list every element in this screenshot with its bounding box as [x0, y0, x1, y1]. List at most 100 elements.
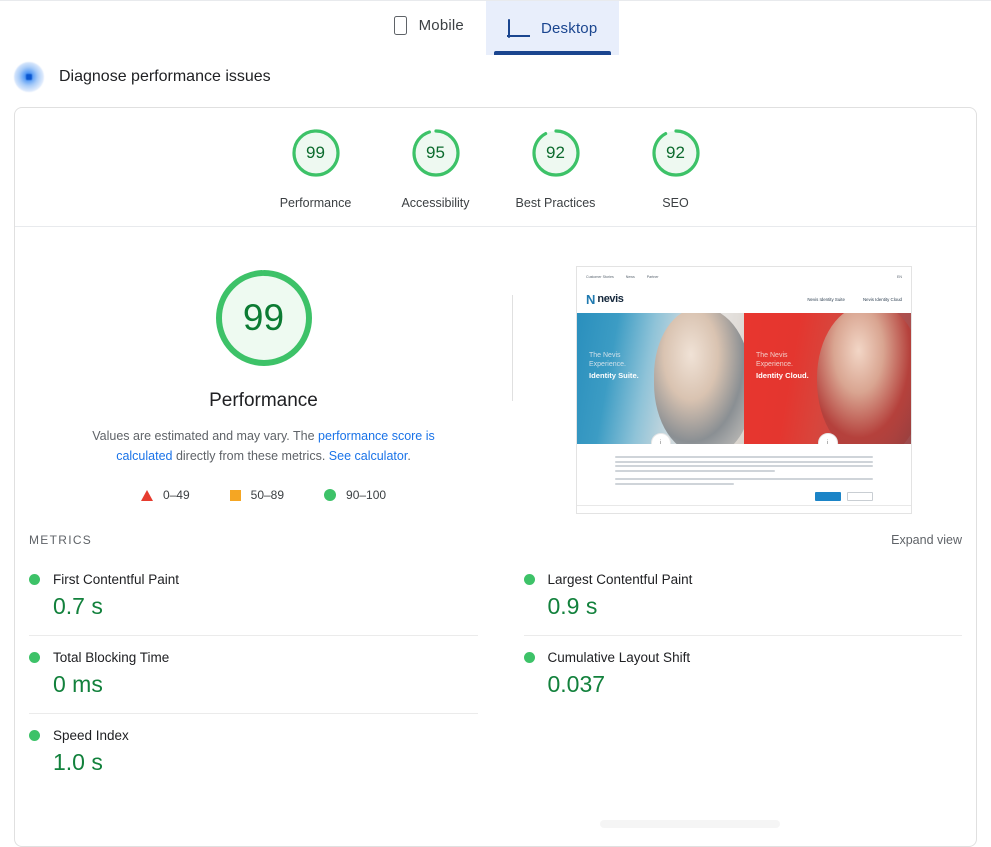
diagnose-label: Diagnose performance issues — [59, 68, 271, 85]
category-score-best-practices[interactable]: 92 Best Practices — [496, 126, 616, 210]
report-card: 99 Performance 95 Accessibility 92 Best … — [14, 107, 977, 847]
category-score-accessibility[interactable]: 95 Accessibility — [376, 126, 496, 210]
category-score-value: 92 — [546, 143, 565, 162]
monitor-icon — [506, 19, 530, 38]
preview-logo-mark: N — [586, 292, 596, 307]
preview-footer-divider — [577, 505, 911, 506]
category-score-label: Accessibility — [401, 196, 470, 210]
preview-info-badge: i — [817, 433, 838, 444]
metric-name: Total Blocking Time — [53, 650, 170, 665]
square-icon — [229, 489, 241, 501]
gauge-accessibility-small: 95 — [409, 126, 463, 180]
preview-cookie-accept-button — [815, 491, 841, 501]
category-score-value: 92 — [666, 143, 685, 162]
preview-hero-line3: Identity Cloud. — [756, 371, 809, 380]
category-score-label: Performance — [279, 196, 352, 210]
preview-cookie-buttons — [615, 491, 873, 501]
metrics-grid: First Contentful Paint 0.7 s Total Block… — [15, 558, 976, 791]
preview-hero-text: The Nevis Experience. Identity Cloud. — [756, 351, 809, 381]
circle-icon — [324, 489, 337, 501]
metric-name: First Contentful Paint — [53, 572, 180, 587]
category-score-value: 95 — [426, 143, 445, 162]
hero-score-column: 99 Performance Values are estimated and … — [15, 265, 512, 519]
status-good-icon — [523, 652, 535, 663]
metric-row[interactable]: First Contentful Paint 0.7 s — [29, 558, 478, 636]
preview-hero-pane-cloud: The Nevis Experience. Identity Cloud. i — [744, 313, 911, 444]
sparkle-icon — [14, 62, 44, 92]
preview-logo-word: nevis — [597, 293, 624, 305]
preview-hero-line1: The Nevis — [756, 352, 788, 359]
hero-note: Values are estimated and may vary. The p… — [64, 426, 464, 466]
hero-vertical-divider — [512, 295, 513, 401]
expand-view-button[interactable]: Expand view — [891, 533, 962, 547]
metric-value: 0.7 s — [53, 593, 103, 619]
score-legend: 0–49 50–89 90–100 — [140, 488, 386, 502]
tab-desktop-label: Desktop — [540, 19, 598, 37]
preview-hero: The Nevis Experience. Identity Suite. i … — [577, 313, 911, 444]
diagnose-performance-issues[interactable]: Diagnose performance issues — [14, 62, 271, 92]
preview-nav-item: News — [625, 274, 635, 279]
category-score-value: 99 — [306, 143, 325, 162]
hero-score-value: 99 — [242, 297, 285, 338]
preview-header: N nevis Nevis Identity Suite Nevis Ident… — [577, 286, 911, 313]
gauge-performance-small: 99 — [289, 126, 343, 180]
preview-hero-text: The Nevis Experience. Identity Suite. — [589, 351, 639, 381]
metric-value: 0 ms — [53, 671, 103, 697]
metric-name: Largest Contentful Paint — [547, 572, 693, 587]
status-good-icon — [29, 730, 40, 741]
metric-value: 0.037 — [547, 671, 606, 697]
preview-info-badge: i — [650, 433, 671, 444]
metric-value: 0.9 s — [547, 593, 598, 619]
metric-row[interactable]: Cumulative Layout Shift 0.037 — [523, 636, 963, 713]
metric-row[interactable]: Speed Index 1.0 s — [29, 714, 478, 791]
phone-icon — [393, 15, 407, 35]
page-scrollbar[interactable] — [600, 820, 780, 828]
preview-header-nav-item: Nevis Identity Suite — [807, 297, 845, 302]
metric-row[interactable]: Total Blocking Time 0 ms — [29, 636, 478, 714]
triangle-icon — [140, 489, 153, 501]
status-good-icon — [523, 574, 535, 585]
tab-mobile[interactable]: Mobile — [372, 1, 486, 49]
gauge-seo-small: 92 — [649, 126, 703, 180]
category-score-strip: 99 Performance 95 Accessibility 92 Best … — [15, 108, 976, 227]
legend-item-average: 50–89 — [229, 488, 285, 502]
preview-hero-pane-suite: The Nevis Experience. Identity Suite. i — [577, 313, 744, 444]
preview-nav-item: Customer Stories — [586, 274, 614, 279]
metric-row[interactable]: Largest Contentful Paint 0.9 s — [523, 558, 962, 636]
metrics-column-left: First Contentful Paint 0.7 s Total Block… — [29, 558, 496, 791]
category-score-label: Best Practices — [515, 196, 596, 210]
gauge-best-practices-small: 92 — [529, 126, 583, 180]
gauge-performance-large: 99 — [211, 265, 317, 371]
hero-note-text-3: . — [407, 449, 411, 463]
hero-category-label: Performance — [209, 390, 318, 411]
preview-hero-line1: The Nevis — [589, 352, 621, 359]
legend-range-poor: 0–49 — [162, 488, 190, 502]
status-good-icon — [29, 652, 40, 663]
page-screenshot-preview[interactable]: Customer Stories News Partner EN N nevis… — [576, 266, 912, 514]
metric-name: Cumulative Layout Shift — [547, 650, 691, 665]
tab-active-indicator — [493, 51, 612, 55]
device-tab-bar: Mobile Desktop — [0, 1, 991, 59]
tab-mobile-label: Mobile — [418, 16, 464, 34]
hero-note-text-1: Values are estimated and may vary. The — [92, 429, 319, 443]
metric-name: Speed Index — [53, 728, 129, 743]
preview-cookie-decline-button — [847, 491, 873, 501]
preview-nav-item: Partner — [646, 274, 659, 279]
preview-hero-line3: Identity Suite. — [589, 371, 639, 380]
preview-hero-line2: Experience. — [589, 361, 626, 368]
category-score-performance[interactable]: 99 Performance — [256, 126, 376, 210]
legend-item-poor: 0–49 — [140, 488, 190, 502]
tab-desktop[interactable]: Desktop — [485, 1, 620, 55]
preview-top-nav: Customer Stories News Partner EN — [577, 267, 911, 286]
hero-screenshot-column: Customer Stories News Partner EN N nevis… — [512, 265, 976, 519]
metrics-header: METRICS Expand view — [15, 533, 976, 547]
see-calculator-link[interactable]: See calculator — [329, 449, 408, 463]
metrics-column-right: Largest Contentful Paint 0.9 s Cumulativ… — [496, 558, 963, 791]
legend-range-average: 50–89 — [250, 488, 285, 502]
preview-header-nav: Nevis Identity Suite Nevis Identity Clou… — [807, 297, 902, 302]
preview-language-selector: EN — [897, 274, 902, 279]
legend-item-good: 90–100 — [324, 488, 386, 502]
hero-note-text-2: directly from these metrics. — [172, 449, 329, 463]
legend-range-good: 90–100 — [346, 488, 387, 502]
category-score-seo[interactable]: 92 SEO — [616, 126, 736, 210]
